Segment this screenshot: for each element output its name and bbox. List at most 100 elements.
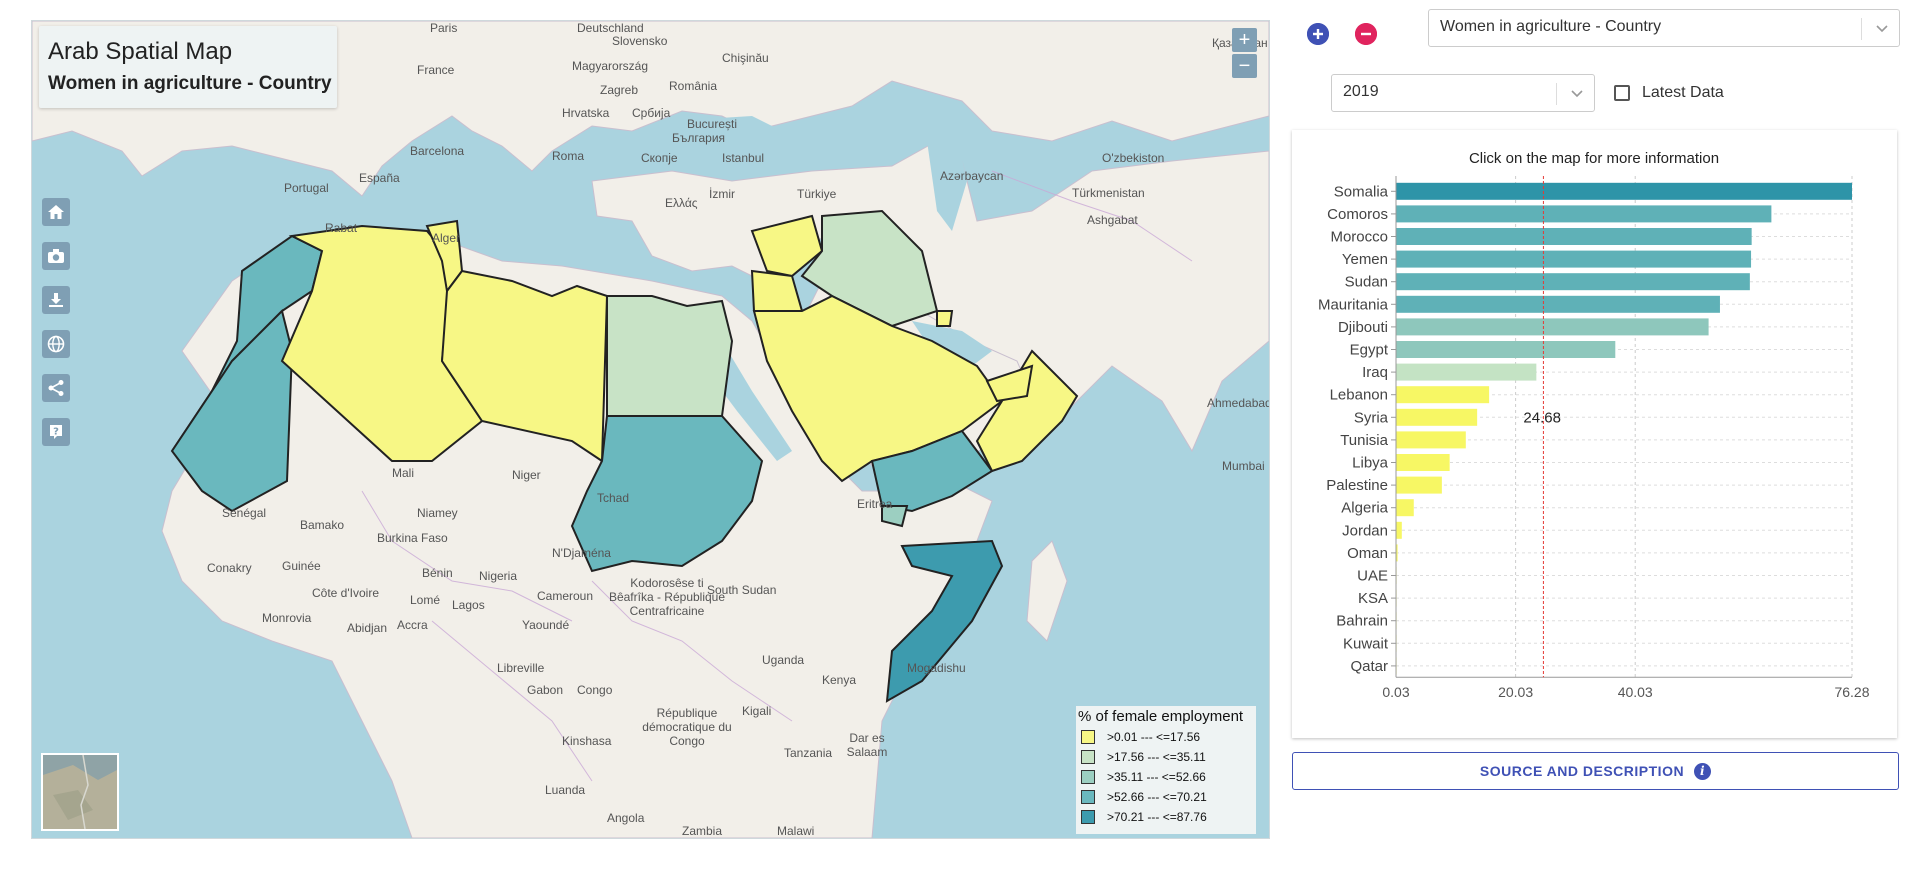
map-label: Mogadishu xyxy=(907,661,966,675)
y-tick-label: Iraq xyxy=(1362,364,1388,381)
map-label: İzmir xyxy=(709,187,735,201)
download-button[interactable] xyxy=(42,286,70,314)
chevron-down-icon xyxy=(1571,90,1583,98)
y-tick-label: Oman xyxy=(1347,545,1388,562)
map-label: Dar es Salaam xyxy=(846,731,888,759)
share-icon xyxy=(48,380,64,396)
x-tick-label: 0.03 xyxy=(1382,684,1409,700)
indicator-select[interactable]: Women in agriculture - Country xyxy=(1428,9,1900,47)
map-label: Magyarország xyxy=(572,59,649,73)
map-label: Sénégal xyxy=(222,506,267,520)
bar[interactable] xyxy=(1396,273,1750,291)
home-icon xyxy=(48,205,64,219)
legend-label: >52.66 --- <=70.21 xyxy=(1107,790,1207,804)
average-line-label: 24.68 xyxy=(1523,409,1561,426)
y-tick-label: Sudan xyxy=(1345,274,1388,291)
share-button[interactable] xyxy=(42,374,70,402)
camera-icon xyxy=(48,249,64,263)
legend-title: % of female employment xyxy=(1078,708,1244,725)
globe-button[interactable] xyxy=(42,330,70,358)
home-button[interactable] xyxy=(42,198,70,226)
map-label: Roma xyxy=(552,149,585,163)
map-label: Србија xyxy=(632,106,671,120)
map-legend: % of female employment >0.01 --- <=17.56… xyxy=(1076,706,1256,834)
bar[interactable] xyxy=(1396,431,1466,449)
add-button[interactable] xyxy=(1307,23,1329,45)
minus-circle-icon xyxy=(1355,23,1377,45)
map-label: Ahmedabad xyxy=(1207,396,1270,410)
chart-title: Click on the map for more information xyxy=(1469,150,1719,167)
bar[interactable] xyxy=(1396,408,1478,426)
bar[interactable] xyxy=(1396,386,1490,404)
latest-data-checkbox[interactable] xyxy=(1614,85,1630,101)
y-tick-label: Kuwait xyxy=(1343,635,1389,652)
map-label: Guinée xyxy=(282,559,321,573)
zoom-controls: + − xyxy=(1232,28,1257,80)
chart-panel: Click on the map for more information 0.0… xyxy=(1292,130,1897,738)
map-label: Alger xyxy=(432,231,461,245)
year-select[interactable]: 2019 xyxy=(1331,74,1595,112)
map-title: Arab Spatial Map xyxy=(48,38,233,65)
legend-label: >35.11 --- <=52.66 xyxy=(1107,770,1206,784)
map-label: Uganda xyxy=(762,653,805,667)
y-tick-label: Lebanon xyxy=(1330,387,1388,404)
bar[interactable] xyxy=(1396,341,1616,358)
y-tick-label: UAE xyxy=(1357,568,1388,585)
map-label: Barcelona xyxy=(410,144,465,158)
bar[interactable] xyxy=(1396,228,1752,245)
chevron-down-icon xyxy=(1876,25,1888,33)
map-label: Libreville xyxy=(497,661,545,675)
map-label: Lomé xyxy=(410,593,441,607)
satellite-thumbnail-icon xyxy=(43,755,117,829)
map-label: București xyxy=(687,117,738,131)
map-label: France xyxy=(417,63,455,77)
legend-swatch xyxy=(1081,770,1095,784)
x-tick-label: 76.28 xyxy=(1834,684,1869,700)
map-title-box: Arab Spatial Map Women in agriculture - … xyxy=(39,26,337,108)
help-button[interactable]: ? xyxy=(42,418,70,446)
globe-icon xyxy=(47,335,65,353)
map-label: Yaoundé xyxy=(522,618,570,632)
bar[interactable] xyxy=(1396,499,1414,517)
map-viewer[interactable]: Paris Deutschland Slovensko Chişinău Mag… xyxy=(31,20,1270,839)
bar[interactable] xyxy=(1396,454,1450,471)
map-label: Cameroun xyxy=(537,589,594,603)
source-description-button[interactable]: SOURCE AND DESCRIPTION i xyxy=(1292,752,1899,790)
map-label: Monrovia xyxy=(262,611,312,625)
map-label: Hrvatska xyxy=(562,106,610,120)
bar[interactable] xyxy=(1396,295,1720,313)
map-label: Ashgabat xyxy=(1087,213,1138,227)
map-label: Chişinău xyxy=(722,51,769,65)
bar-chart[interactable]: Click on the map for more information 0.0… xyxy=(1292,130,1897,738)
map-label: Mali xyxy=(392,466,415,480)
legend-item: >0.01 --- <=17.56 xyxy=(1076,727,1256,747)
x-tick-label: 40.03 xyxy=(1618,684,1653,700)
bar[interactable] xyxy=(1396,476,1442,494)
map-label: Luanda xyxy=(545,783,586,797)
bar[interactable] xyxy=(1396,318,1709,336)
map-label: République démocratique du Congo xyxy=(642,706,732,748)
bar[interactable] xyxy=(1396,250,1752,268)
map-label: Niamey xyxy=(417,506,458,520)
bar[interactable] xyxy=(1396,205,1772,223)
bar[interactable] xyxy=(1396,182,1852,200)
zoom-out-button[interactable]: − xyxy=(1232,54,1257,78)
y-tick-label: Comoros xyxy=(1327,206,1388,223)
y-tick-label: Egypt xyxy=(1350,342,1389,359)
map-label: Kenya xyxy=(822,673,857,687)
basemap-switcher[interactable] xyxy=(41,753,119,831)
bar[interactable] xyxy=(1396,363,1537,381)
screenshot-button[interactable] xyxy=(42,242,70,270)
legend-swatch xyxy=(1081,810,1095,824)
map-label: Gabon xyxy=(527,683,564,697)
svg-text:?: ? xyxy=(53,427,59,438)
select-separator xyxy=(1556,83,1557,105)
bar[interactable] xyxy=(1396,521,1402,539)
zoom-in-button[interactable]: + xyxy=(1232,28,1257,52)
map-label: N'Djaména xyxy=(552,546,611,560)
remove-button[interactable] xyxy=(1355,23,1377,45)
map-label: Zambia xyxy=(682,824,723,838)
download-icon xyxy=(49,293,63,307)
map-label: España xyxy=(359,171,400,185)
x-tick-label: 20.03 xyxy=(1498,684,1533,700)
